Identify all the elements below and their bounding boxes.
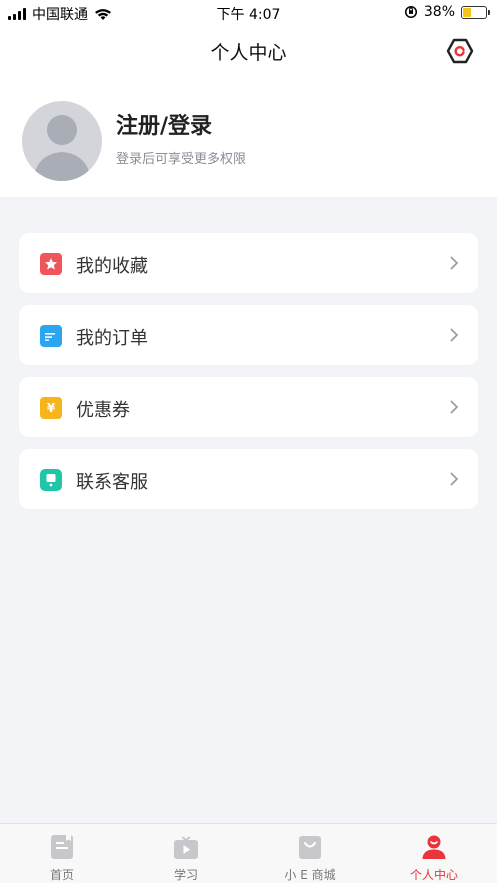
status-right: 38% bbox=[404, 4, 490, 20]
tab-bar: 首页 学习 小 E 商城 个人中心 bbox=[0, 823, 497, 883]
tab-label: 小 E 商城 bbox=[284, 868, 336, 882]
screen: 中国联通 下午 4:07 38% 个人中心 注册/登录 登录后可享受更多权限 我… bbox=[0, 0, 497, 883]
tab-shop[interactable]: 小 E 商城 bbox=[248, 824, 372, 883]
menu-item-favorites[interactable]: 我的收藏 bbox=[19, 233, 478, 293]
menu-item-customer-service[interactable]: 联系客服 bbox=[19, 449, 478, 509]
chevron-right-icon bbox=[450, 400, 459, 414]
nav-header: 个人中心 bbox=[0, 26, 497, 76]
battery-icon bbox=[461, 5, 490, 19]
service-icon bbox=[40, 469, 62, 491]
tab-label: 学习 bbox=[173, 868, 198, 882]
menu-label: 优惠券 bbox=[76, 400, 130, 421]
status-bar: 中国联通 下午 4:07 38% bbox=[0, 0, 497, 26]
menu-label: 联系客服 bbox=[76, 472, 148, 493]
chevron-right-icon bbox=[450, 328, 459, 342]
profile-icon bbox=[422, 835, 446, 859]
login-subtitle: 登录后可享受更多权限 bbox=[116, 152, 247, 167]
home-icon bbox=[51, 835, 73, 859]
tab-label: 个人中心 bbox=[409, 868, 458, 882]
profile-section[interactable]: 注册/登录 登录后可享受更多权限 bbox=[0, 76, 497, 197]
tab-home[interactable]: 首页 bbox=[0, 824, 124, 883]
login-title[interactable]: 注册/登录 bbox=[116, 108, 212, 140]
settings-button[interactable] bbox=[445, 36, 475, 66]
default-avatar-icon bbox=[33, 115, 91, 181]
orientation-lock-icon bbox=[404, 5, 417, 19]
study-icon bbox=[174, 836, 198, 859]
coupon-icon: ¥ bbox=[40, 397, 62, 419]
battery-percent: 38% bbox=[423, 4, 455, 20]
menu-item-orders[interactable]: 我的订单 bbox=[19, 305, 478, 365]
page-title: 个人中心 bbox=[210, 42, 287, 64]
chevron-right-icon bbox=[450, 472, 459, 486]
settings-hexagon-icon bbox=[446, 38, 474, 64]
tab-profile[interactable]: 个人中心 bbox=[372, 824, 496, 883]
menu-label: 我的收藏 bbox=[76, 256, 148, 277]
menu-item-coupons[interactable]: ¥ 优惠券 bbox=[19, 377, 478, 437]
order-icon bbox=[40, 325, 62, 347]
star-icon bbox=[40, 253, 62, 275]
chevron-right-icon bbox=[450, 256, 459, 270]
avatar[interactable] bbox=[22, 101, 102, 181]
tab-label: 首页 bbox=[49, 868, 74, 882]
tab-study[interactable]: 学习 bbox=[124, 824, 248, 883]
menu-label: 我的订单 bbox=[76, 328, 148, 349]
shop-icon bbox=[299, 836, 321, 859]
